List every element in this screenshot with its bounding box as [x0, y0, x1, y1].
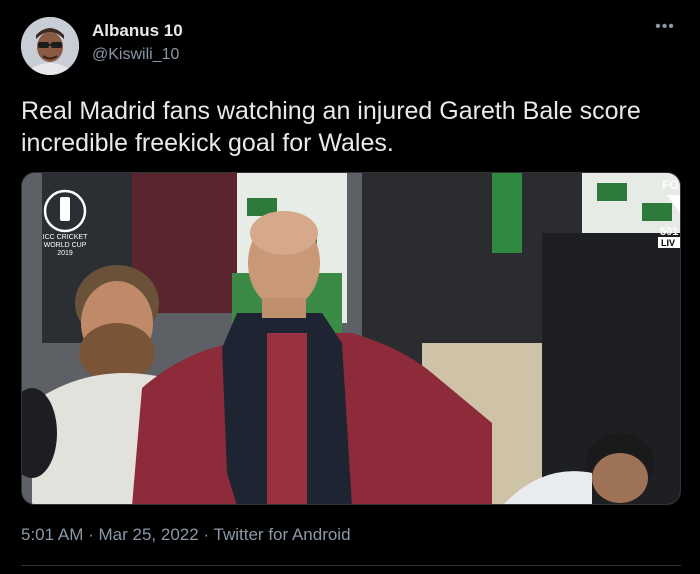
- tweet-media-image[interactable]: ICC CRICKET WORLD CUP 2019 FO 501 LIV: [21, 172, 681, 505]
- overlay-top-text: FO: [662, 178, 679, 192]
- more-options-icon[interactable]: •••: [650, 19, 680, 40]
- tweet: Albanus 10 @Kiswili_10 ••• Real Madrid f…: [0, 0, 700, 574]
- tweet-text: Real Madrid fans watching an injured Gar…: [21, 97, 641, 157]
- icc-logo-line-2: WORLD CUP: [44, 242, 87, 249]
- tweet-time[interactable]: 5:01 AM: [21, 525, 83, 544]
- meta-separator-2: ·: [203, 525, 210, 544]
- overlay-live: LIV: [661, 238, 675, 248]
- media-photo: ICC CRICKET WORLD CUP 2019 FO 501 LIV: [22, 173, 680, 504]
- icc-logo-line-1: ICC CRICKET: [43, 234, 88, 241]
- tweet-client[interactable]: Twitter for Android: [214, 525, 351, 544]
- tweet-date[interactable]: Mar 25, 2022: [99, 525, 199, 544]
- meta-separator: ·: [88, 525, 94, 544]
- overlay-score: 501: [660, 226, 678, 238]
- avatar[interactable]: [21, 17, 79, 75]
- divider: [21, 565, 681, 566]
- tweet-meta: 5:01 AM · Mar 25, 2022 · Twitter for And…: [21, 525, 351, 545]
- avatar-image: [21, 17, 79, 75]
- author-display-name[interactable]: Albanus 10: [92, 21, 183, 41]
- icc-logo-line-3: 2019: [57, 250, 73, 257]
- author-handle[interactable]: @Kiswili_10: [92, 46, 179, 64]
